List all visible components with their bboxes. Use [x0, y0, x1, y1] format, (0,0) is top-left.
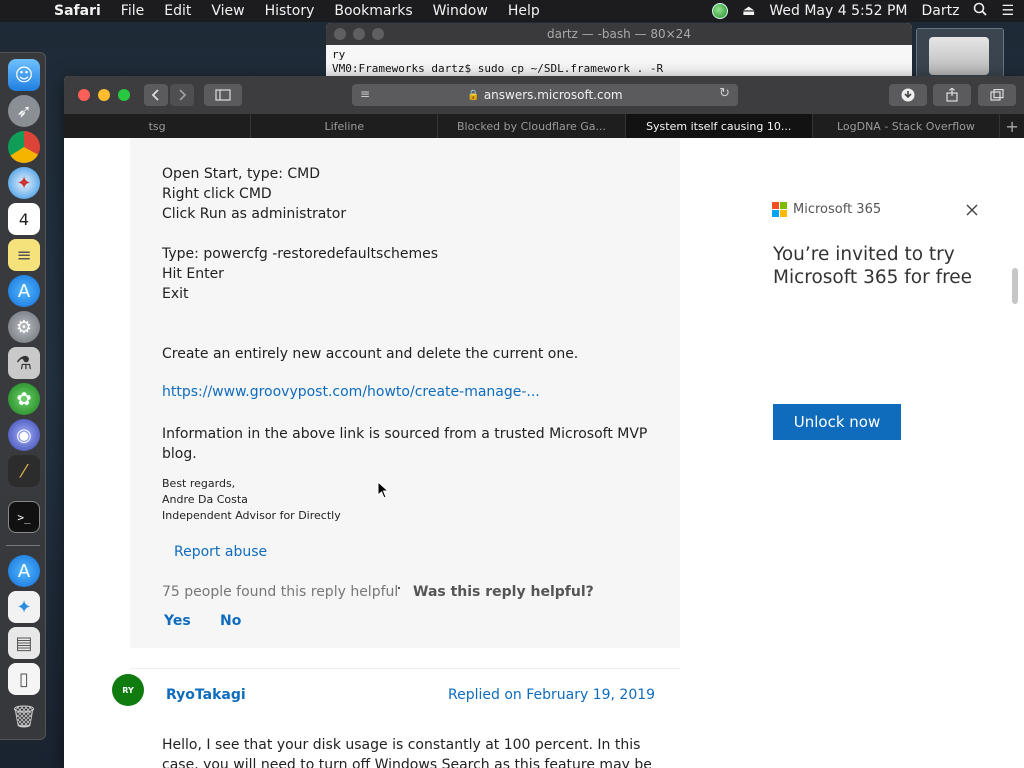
menu-window[interactable]: Window: [433, 3, 488, 19]
forward-button[interactable]: [170, 84, 194, 106]
menubar-clock[interactable]: Wed May 4 5:52 PM: [769, 3, 907, 19]
terminal-minimize-button[interactable]: [353, 28, 365, 40]
menu-view[interactable]: View: [211, 3, 244, 19]
back-button[interactable]: [144, 84, 168, 106]
menu-file[interactable]: File: [121, 3, 144, 19]
green-app-icon[interactable]: ✿: [8, 383, 40, 415]
tab-system-itself[interactable]: System itself causing 10...: [625, 114, 813, 138]
menubar-user[interactable]: Dartz: [921, 3, 959, 19]
terminal-line: VM0:Frameworks dartz$ sudo cp ~/SDL.fram…: [332, 62, 664, 75]
terminal-icon[interactable]: >_: [8, 501, 40, 533]
signature-line: Independent Advisor for Directly: [162, 509, 341, 522]
helpful-question: Was this reply helpful?: [413, 584, 594, 600]
wand-app-icon[interactable]: ⁄: [8, 455, 40, 487]
tab-logdna[interactable]: LogDNA - Stack Overflow: [813, 114, 1001, 138]
reply-line: Click Run as administrator: [162, 206, 347, 222]
terminal-title: dartz — -bash — 80×24: [547, 27, 691, 41]
reply-line: Type: powercfg -restoredefaultschemes: [162, 246, 439, 262]
menu-edit[interactable]: Edit: [164, 3, 191, 19]
trash-icon[interactable]: 🗑: [8, 701, 40, 733]
address-bar[interactable]: ≡ 🔒 answers.microsoft.com ↻: [352, 84, 738, 106]
microsoft-365-logo[interactable]: Microsoft 365: [772, 202, 881, 217]
no-button[interactable]: No: [220, 613, 241, 629]
share-button[interactable]: [933, 84, 971, 106]
lock-icon: 🔒: [467, 89, 480, 101]
app-store-icon[interactable]: A: [8, 275, 40, 307]
sidebar-toggle-button[interactable]: [204, 84, 242, 106]
tab-cloudflare[interactable]: Blocked by Cloudflare Ga...: [438, 114, 626, 138]
chrome-icon[interactable]: [8, 131, 40, 163]
app-store-download-icon[interactable]: A: [8, 555, 40, 587]
status-menu-icon[interactable]: [712, 3, 729, 19]
dock: ☺ ➶ ✦ 4 ≡ A ⚙ ⚗ ✿ ◉ ⁄ >_ A ✦ ▤ ▯ 🗑: [0, 52, 46, 740]
mouse-pointer-icon: [377, 481, 389, 499]
helpful-count: 75 people found this reply helpful: [162, 584, 399, 600]
groovypost-link[interactable]: https://www.groovypost.com/howto/create-…: [162, 384, 540, 400]
window-thumbnail-icon[interactable]: ▤: [8, 627, 40, 659]
signature-line: Best regards,: [162, 477, 236, 490]
reply-author-link[interactable]: RyoTakagi: [166, 687, 246, 703]
minimize-button[interactable]: [98, 89, 110, 101]
reply-line: Create an entirely new account and delet…: [162, 346, 579, 362]
utility-app-icon[interactable]: ⚗: [8, 347, 40, 379]
ad-brand: Microsoft 365: [793, 202, 882, 217]
reload-icon[interactable]: ↻: [719, 86, 730, 101]
reply-line: Right click CMD: [162, 186, 272, 202]
reply-line: Exit: [162, 286, 189, 302]
new-tab-icon[interactable]: +: [1000, 114, 1024, 138]
menu-bar: Safari File Edit View History Bookmarks …: [0, 0, 1024, 22]
safari-toolbar: ≡ 🔒 answers.microsoft.com ↻: [64, 76, 1024, 114]
reply-line: Information in the above link is sourced…: [162, 426, 648, 442]
zoom-button[interactable]: [118, 89, 130, 101]
unlock-now-button[interactable]: Unlock now: [773, 404, 901, 440]
terminal-line: ry: [332, 48, 346, 61]
reader-view-icon[interactable]: ≡: [360, 87, 370, 101]
yes-button[interactable]: Yes: [164, 613, 191, 629]
reply-line: Hit Enter: [162, 266, 224, 282]
menu-bookmarks[interactable]: Bookmarks: [334, 3, 412, 19]
signature-line: Andre Da Costa: [162, 493, 248, 506]
reply-date-link[interactable]: Replied on February 19, 2019: [448, 687, 655, 703]
finder-icon[interactable]: ☺: [8, 59, 40, 91]
reply2-body: Hello, I see that your disk usage is con…: [162, 737, 652, 768]
notes-icon[interactable]: ≡: [8, 239, 40, 271]
terminal-titlebar[interactable]: dartz — -bash — 80×24: [326, 23, 912, 45]
disk-drive-icon[interactable]: [916, 28, 1004, 78]
scrollbar-thumb[interactable]: [1012, 268, 1018, 304]
safari-window: ≡ 🔒 answers.microsoft.com ↻ tsg Lifeline…: [64, 76, 1024, 768]
calendar-icon[interactable]: 4: [8, 203, 40, 235]
ad-title: You’re invited to try Microsoft 365 for …: [773, 244, 973, 288]
terminal-window[interactable]: dartz — -bash — 80×24 ry VM0:Frameworks …: [326, 23, 912, 83]
reply-line: Open Start, type: CMD: [162, 166, 321, 182]
tab-tsg[interactable]: tsg: [64, 114, 252, 138]
menu-history[interactable]: History: [265, 3, 315, 19]
tab-lifeline[interactable]: Lifeline: [251, 114, 439, 138]
launchpad-icon[interactable]: ➶: [8, 95, 40, 127]
terminal-close-button[interactable]: [334, 28, 346, 40]
close-button[interactable]: [78, 89, 90, 101]
safari-document-icon[interactable]: ✦: [8, 591, 40, 623]
reply-line: blog.: [162, 446, 197, 462]
tab-bar: tsg Lifeline Blocked by Cloudflare Ga...…: [64, 114, 1024, 138]
separator-dot: [398, 587, 400, 589]
address-url: answers.microsoft.com: [483, 88, 623, 102]
terminal-zoom-button[interactable]: [372, 28, 384, 40]
spotlight-search-icon[interactable]: [973, 2, 988, 20]
report-abuse-link[interactable]: Report abuse: [174, 544, 267, 560]
microsoft-logo-icon: [772, 202, 787, 217]
tab-overview-button[interactable]: [978, 84, 1016, 106]
dock-separator: [6, 545, 40, 546]
web-page: Open Start, type: CMD Right click CMD Cl…: [64, 138, 1024, 768]
music-app-icon[interactable]: ◉: [8, 419, 40, 451]
system-preferences-icon[interactable]: ⚙: [8, 311, 40, 343]
downloads-button[interactable]: [889, 84, 927, 106]
avatar[interactable]: RY: [112, 674, 144, 706]
menu-app-name[interactable]: Safari: [54, 3, 101, 19]
eject-icon[interactable]: ⏏: [742, 3, 755, 19]
close-icon[interactable]: [966, 200, 978, 221]
menu-help[interactable]: Help: [508, 3, 540, 19]
document-icon[interactable]: ▯: [8, 663, 40, 695]
safari-icon[interactable]: ✦: [8, 167, 40, 199]
notification-center-icon[interactable]: ☰: [1001, 3, 1014, 19]
